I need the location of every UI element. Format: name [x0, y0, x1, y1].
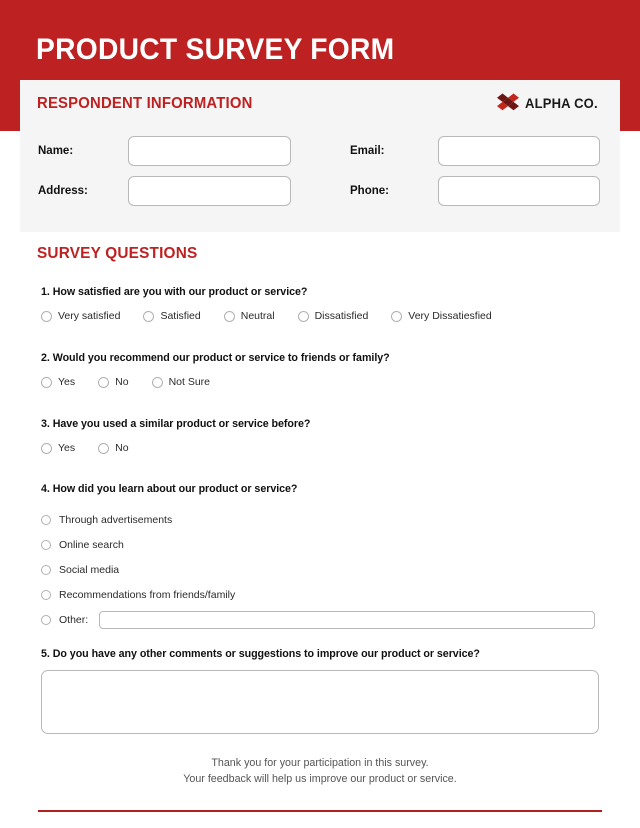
option-label: Online search — [59, 538, 124, 551]
question-2-options: Yes No Not Sure — [41, 376, 390, 388]
option-label: Not Sure — [168, 376, 211, 388]
question-2-option-no[interactable]: No — [98, 376, 129, 388]
option-label: Satisfied — [160, 310, 201, 322]
phone-input[interactable] — [438, 176, 600, 206]
option-label: No — [115, 376, 129, 388]
email-label: Email: — [350, 145, 385, 157]
question-5: 5. Do you have any other comments or sug… — [41, 648, 480, 660]
diamond-cluster-icon — [496, 93, 519, 111]
radio-icon[interactable] — [297, 310, 309, 322]
question-1-options: Very satisfied Satisfied Neutral Dissati… — [41, 310, 492, 322]
question-1-option-satisfied[interactable]: Satisfied — [143, 310, 201, 322]
question-1: 1. How satisfied are you with our produc… — [41, 286, 492, 322]
footer-line-1: Thank you for your participation in this… — [211, 757, 429, 769]
option-label: Very Dissatiesfied — [408, 310, 492, 322]
name-input[interactable] — [128, 136, 291, 166]
footer-divider — [38, 810, 602, 812]
option-label: Yes — [58, 376, 76, 388]
company-name: ALPHA CO. — [524, 94, 598, 111]
question-4-text: 4. How did you learn about our product o… — [41, 483, 298, 495]
question-5-text: 5. Do you have any other comments or sug… — [41, 648, 480, 660]
question-4-option-online-search[interactable]: Online search — [41, 532, 595, 557]
radio-icon[interactable] — [41, 310, 52, 322]
option-label: Through advertisements — [59, 513, 173, 526]
radio-icon[interactable] — [41, 564, 51, 575]
option-label: Social media — [59, 563, 120, 576]
question-1-option-very-satisfied[interactable]: Very satisfied — [41, 310, 120, 322]
company-logo: ALPHA CO. — [496, 93, 603, 112]
address-label: Address: — [38, 185, 88, 197]
phone-label: Phone: — [350, 185, 389, 197]
address-field-row: Address: — [38, 176, 291, 206]
option-label: Dissatisfied — [314, 310, 369, 322]
other-source-input[interactable] — [99, 610, 596, 629]
question-3-option-no[interactable]: No — [98, 442, 129, 454]
question-3-options: Yes No — [41, 442, 310, 454]
page-title: PRODUCT SURVEY FORM — [36, 33, 395, 66]
radio-icon[interactable] — [41, 514, 51, 525]
radio-icon[interactable] — [98, 442, 110, 454]
question-4: 4. How did you learn about our product o… — [41, 483, 596, 632]
address-input[interactable] — [128, 176, 291, 206]
question-4-option-recommendations[interactable]: Recommendations from friends/family — [41, 582, 595, 607]
question-2-option-not-sure[interactable]: Not Sure — [151, 376, 211, 388]
question-1-option-dissatisfied[interactable]: Dissatisfied — [297, 310, 369, 322]
question-4-option-other: Other: — [41, 607, 596, 632]
question-2: 2. Would you recommend our product or se… — [41, 352, 390, 388]
radio-icon[interactable] — [98, 376, 110, 388]
question-1-option-very-dissatisfied[interactable]: Very Dissatiesfied — [391, 310, 492, 322]
question-3-option-yes[interactable]: Yes — [41, 442, 75, 454]
option-label: Very satisfied — [58, 310, 121, 322]
footer-note: Thank you for your participation in this… — [0, 756, 640, 787]
footer-line-2: Your feedback will help us improve our p… — [183, 772, 457, 785]
question-2-option-yes[interactable]: Yes — [41, 376, 75, 388]
option-label: Neutral — [240, 310, 275, 322]
question-1-option-neutral[interactable]: Neutral — [223, 310, 275, 322]
question-3-text: 3. Have you used a similar product or se… — [41, 418, 311, 430]
radio-icon[interactable] — [41, 442, 52, 454]
option-label: Other: — [59, 613, 89, 626]
radio-icon[interactable] — [151, 376, 163, 388]
question-4-option-advertisements[interactable]: Through advertisements — [41, 507, 595, 532]
question-4-options: Through advertisements Online search Soc… — [41, 507, 596, 632]
survey-form-page: PRODUCT SURVEY FORM RESPONDENT INFORMATI… — [0, 0, 640, 828]
respondent-information-heading: RESPONDENT INFORMATION — [37, 95, 253, 112]
radio-icon[interactable] — [41, 376, 52, 388]
question-3: 3. Have you used a similar product or se… — [41, 418, 310, 454]
comments-textarea[interactable] — [41, 670, 599, 734]
radio-icon[interactable] — [41, 614, 51, 625]
radio-icon[interactable] — [41, 539, 51, 550]
radio-icon[interactable] — [223, 310, 235, 322]
survey-questions-heading: SURVEY QUESTIONS — [37, 245, 198, 262]
question-2-text: 2. Would you recommend our product or se… — [41, 352, 390, 364]
option-label: Recommendations from friends/family — [59, 588, 236, 601]
phone-field-row: Phone: — [350, 176, 600, 206]
option-label: Yes — [58, 442, 76, 454]
email-field-row: Email: — [350, 136, 600, 166]
email-input[interactable] — [438, 136, 600, 166]
question-4-option-social-media[interactable]: Social media — [41, 557, 595, 582]
name-label: Name: — [38, 145, 74, 157]
radio-icon[interactable] — [391, 310, 403, 322]
option-label: No — [115, 442, 129, 454]
radio-icon[interactable] — [143, 310, 155, 322]
name-field-row: Name: — [38, 136, 291, 166]
radio-icon[interactable] — [41, 589, 51, 600]
question-1-text: 1. How satisfied are you with our produc… — [41, 286, 308, 298]
